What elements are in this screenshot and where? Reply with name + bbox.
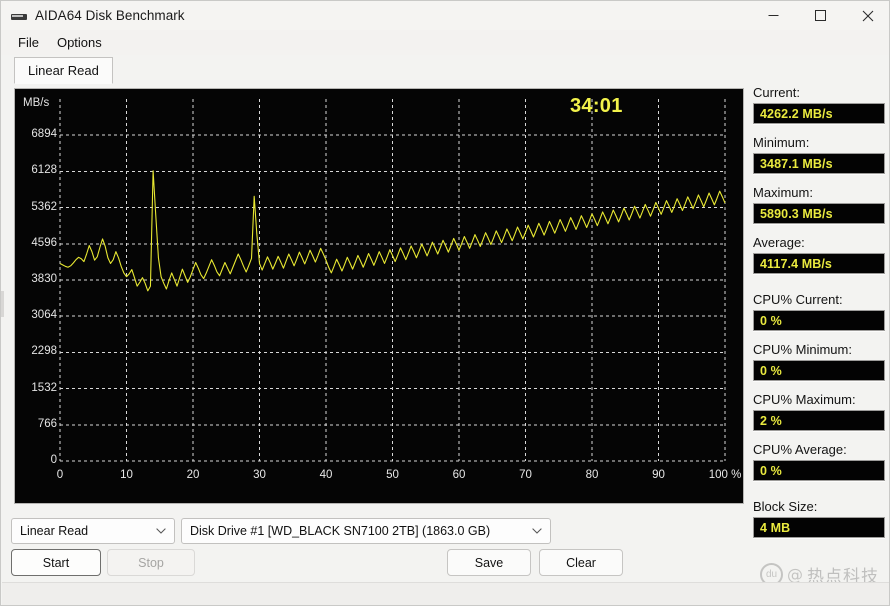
stat-value-box: 2 % (753, 410, 885, 431)
y-axis-tick-label: 3830 (31, 273, 57, 285)
stop-button: Stop (107, 549, 195, 576)
x-axis-tick-label: 70 (519, 469, 532, 481)
stat-value: 3487.1 MB/s (760, 156, 833, 171)
y-axis-tick-label: 0 (50, 454, 57, 466)
stat-value-box: 4 MB (753, 517, 885, 538)
stat-value-box: 5890.3 MB/s (753, 203, 885, 224)
stat-value: 0 % (760, 363, 782, 378)
elapsed-timer: 34:01 (570, 95, 623, 117)
window-title: AIDA64 Disk Benchmark (35, 8, 185, 23)
statistics-panel: Current: 4262.2 MB/s Minimum: 3487.1 MB/s Ma… (753, 85, 885, 549)
chevron-down-icon (532, 528, 542, 534)
disk-drive-value: Disk Drive #1 [WD_BLACK SN7100 2TB] (186… (190, 524, 491, 538)
stat-label: Maximum: (753, 185, 813, 200)
y-axis-tick-label: 6128 (31, 164, 57, 177)
aida64-disk-benchmark-window: AIDA64 Disk Benchmark File Options Linea… (0, 0, 890, 606)
window-left-edge (1, 291, 4, 317)
stat-value: 0 % (760, 463, 782, 478)
stat-label: Minimum: (753, 135, 810, 150)
stat-label: Current: (753, 85, 800, 100)
stat-group-separator (753, 492, 885, 499)
stat-value-box: 3487.1 MB/s (753, 153, 885, 174)
disk-drive-select[interactable]: Disk Drive #1 [WD_BLACK SN7100 2TB] (186… (181, 518, 551, 544)
stat-value: 4 MB (760, 520, 791, 535)
stat-label: CPU% Average: (753, 442, 847, 457)
y-axis-tick-label: 5362 (31, 200, 57, 213)
minimize-icon (768, 15, 779, 16)
stat-value: 0 % (760, 313, 782, 328)
stat-label: CPU% Maximum: (753, 392, 856, 407)
menu-item-options[interactable]: Options (48, 32, 111, 53)
stat-group-separator (753, 285, 885, 292)
chevron-down-icon (156, 528, 166, 534)
disk-drive-icon (11, 8, 27, 24)
x-axis-tick-label: 10 (120, 469, 133, 481)
title-bar: AIDA64 Disk Benchmark (1, 1, 889, 31)
stat-value: 2 % (760, 413, 782, 428)
x-axis-tick-label: 20 (186, 469, 200, 481)
y-axis-tick-label: 1532 (31, 381, 57, 394)
tab-linear-read[interactable]: Linear Read (14, 57, 113, 84)
close-button[interactable] (844, 1, 889, 30)
maximize-button[interactable] (797, 1, 844, 30)
y-axis-tick-label: 766 (37, 417, 57, 430)
chart-plot-area (59, 99, 726, 462)
stat-label: Block Size: (753, 499, 818, 514)
stat-value-box: 0 % (753, 460, 885, 481)
y-axis-unit-label: MB/s (23, 97, 50, 109)
stat-value: 5890.3 MB/s (760, 206, 833, 221)
benchmark-mode-select[interactable]: Linear Read (11, 518, 175, 544)
x-axis-tick-label: 60 (452, 469, 466, 481)
stat-label: Average: (753, 235, 805, 250)
status-bar (2, 582, 889, 605)
start-button[interactable]: Start (11, 549, 101, 576)
y-axis-tick-label: 6894 (31, 128, 57, 141)
x-axis-tick-label: 30 (253, 469, 266, 481)
stat-label: CPU% Minimum: (753, 342, 852, 357)
x-axis-tick-label: 80 (585, 469, 599, 481)
x-axis-tick-label: 50 (386, 469, 399, 481)
stat-label: CPU% Current: (753, 292, 843, 307)
benchmark-chart: MB/s 6894 6128 5362 4596 3830 3064 2298 1532 766… (14, 88, 744, 504)
y-axis-tick-label: 4596 (31, 236, 57, 249)
stat-value-box: 0 % (753, 310, 885, 331)
y-axis-tick-label: 2298 (31, 345, 57, 358)
window-controls (750, 1, 889, 30)
y-axis-tick-label: 3064 (31, 309, 57, 322)
menu-bar: File Options (1, 30, 889, 55)
x-axis-tick-label: 40 (319, 469, 333, 481)
stat-value: 4117.4 MB/s (760, 256, 832, 271)
stat-value: 4262.2 MB/s (760, 106, 833, 121)
minimize-button[interactable] (750, 1, 797, 30)
tab-strip: Linear Read (10, 57, 882, 85)
stat-value-box: 4117.4 MB/s (753, 253, 885, 274)
close-icon (862, 10, 873, 21)
menu-item-file[interactable]: File (9, 32, 48, 53)
benchmark-mode-value: Linear Read (20, 524, 89, 538)
save-button[interactable]: Save (447, 549, 531, 576)
stat-value-box: 0 % (753, 360, 885, 381)
x-axis-tick-label: 100 % (708, 469, 742, 481)
clear-button[interactable]: Clear (539, 549, 623, 576)
stat-value-box: 4262.2 MB/s (753, 103, 885, 124)
x-axis-tick-label: 0 (56, 469, 64, 481)
maximize-icon (815, 10, 826, 21)
x-axis-tick-label: 90 (652, 469, 665, 481)
